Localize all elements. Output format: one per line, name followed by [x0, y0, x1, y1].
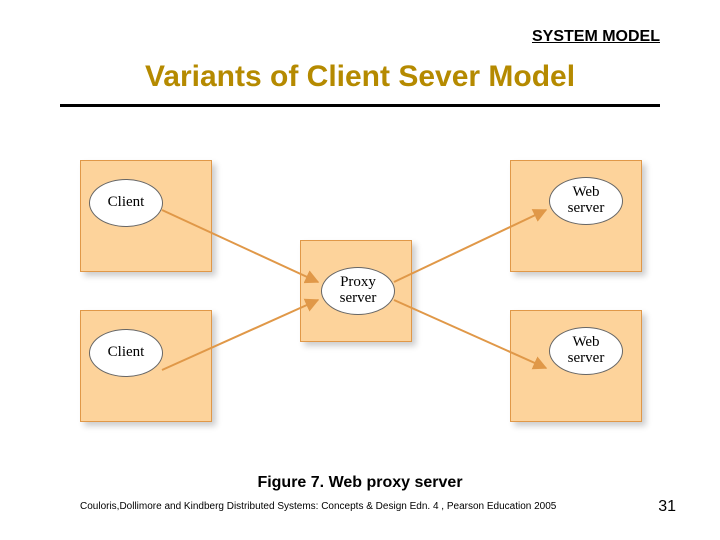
node-client-1-box: Client — [80, 160, 212, 272]
slide: SYSTEM MODEL Variants of Client Sever Mo… — [0, 0, 720, 540]
title-underline — [60, 104, 660, 107]
node-client-1-label: Client — [89, 179, 163, 227]
node-web-1-label: Web server — [549, 177, 623, 225]
node-web-2-text: Web server — [568, 335, 605, 367]
section-label: SYSTEM MODEL — [532, 28, 660, 46]
node-client-2-label: Client — [89, 329, 163, 377]
node-proxy-text: Proxy server — [340, 275, 377, 307]
node-proxy-label: Proxy server — [321, 267, 395, 315]
figure-caption: Figure 7. Web proxy server — [0, 474, 720, 492]
node-web-2-box: Web server — [510, 310, 642, 422]
node-web-1-box: Web server — [510, 160, 642, 272]
slide-title: Variants of Client Sever Model — [0, 60, 720, 94]
node-web-2-label: Web server — [549, 327, 623, 375]
citation-text: Couloris,Dollimore and Kindberg Distribu… — [80, 501, 620, 512]
node-proxy-box: Proxy server — [300, 240, 412, 342]
node-client-2-box: Client — [80, 310, 212, 422]
node-web-1-text: Web server — [568, 185, 605, 217]
node-client-1-text: Client — [108, 195, 145, 211]
page-number: 31 — [658, 498, 676, 516]
node-client-2-text: Client — [108, 345, 145, 361]
